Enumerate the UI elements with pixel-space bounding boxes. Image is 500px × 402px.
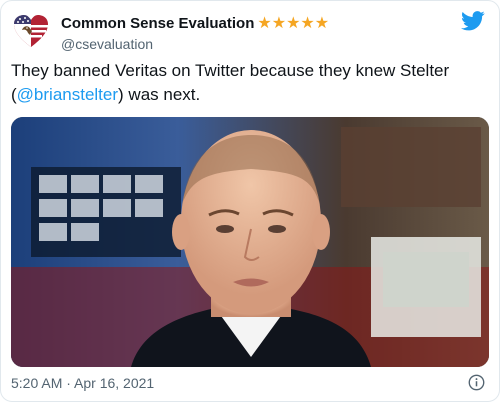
tweet-text: They banned Veritas on Twitter because t…: [11, 59, 485, 107]
news-anchor-image: [11, 117, 489, 367]
tweet-header: Common Sense Evaluation ★★★★★ @csevaluati…: [11, 9, 489, 53]
tweet-text-part: ) was next.: [118, 85, 201, 104]
twitter-bird-icon[interactable]: [461, 11, 485, 31]
display-name[interactable]: Common Sense Evaluation: [61, 15, 254, 32]
tweet-media-image[interactable]: [11, 117, 489, 367]
tweet-timestamp[interactable]: 5:20 AM · Apr 16, 2021: [11, 375, 154, 391]
avatar[interactable]: [11, 11, 51, 51]
author-names: Common Sense Evaluation ★★★★★ @csevaluati…: [61, 13, 329, 53]
american-heart-eagle-icon: [11, 11, 51, 51]
user-handle[interactable]: @csevaluation: [61, 35, 329, 53]
star-rating: ★★★★★: [257, 15, 330, 32]
mention-link[interactable]: @brianstelter: [17, 85, 118, 104]
tweet-card: Common Sense Evaluation ★★★★★ @csevaluati…: [0, 0, 500, 402]
info-icon[interactable]: [468, 374, 485, 391]
